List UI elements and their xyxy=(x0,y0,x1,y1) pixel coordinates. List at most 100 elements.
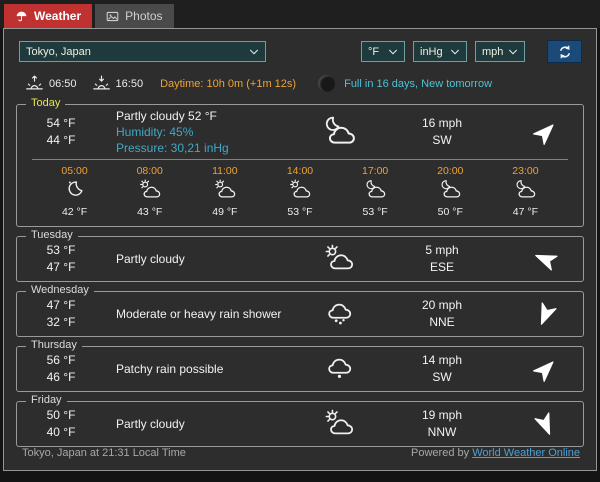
today-condition: Partly cloudy 52 °F xyxy=(116,108,301,124)
cloud-drizzle-icon xyxy=(324,354,354,384)
day-wind-dir: NNE xyxy=(377,314,507,331)
sunset-icon xyxy=(92,74,111,93)
day-wind-speed: 19 mph xyxy=(377,407,507,424)
table-row: 56 °F 46 °F Patchy rain possible 14 mph … xyxy=(17,347,583,391)
cloud-moon-icon xyxy=(364,179,386,201)
astro-row: 06:50 16:50 Daytime: 10h 0m (+1m 12s) Fu… xyxy=(25,74,582,93)
hour-cell: 17:00 53 °F xyxy=(353,165,397,218)
moon-phase-text: Full in 16 days, New tomorrow xyxy=(344,78,492,90)
today-humidity: Humidity: 45% xyxy=(116,124,301,140)
weather-app-window: Weather Photos Tokyo, Japan °F inHg mph xyxy=(0,0,600,482)
tab-weather-label: Weather xyxy=(34,9,81,23)
day-group-thursday: Thursday 56 °F 46 °F Patchy rain possibl… xyxy=(16,346,584,392)
powered-by: Powered by World Weather Online xyxy=(411,447,580,459)
day-high: 56 °F xyxy=(17,352,105,369)
tab-weather[interactable]: Weather xyxy=(4,4,92,28)
day-wind-dir: ESE xyxy=(377,259,507,276)
hour-time: 17:00 xyxy=(353,165,397,177)
hour-cell: 14:00 53 °F xyxy=(278,165,322,218)
cloud-sun-icon xyxy=(289,179,311,201)
chevron-down-icon xyxy=(388,47,398,57)
today-wind-dir: SW xyxy=(377,132,507,149)
day-group-label: Thursday xyxy=(26,339,82,351)
hour-temp: 53 °F xyxy=(353,206,397,218)
today-high: 54 °F xyxy=(17,115,105,132)
moon-star-icon xyxy=(64,179,86,201)
sunrise-icon xyxy=(25,74,44,93)
hour-time: 08:00 xyxy=(128,165,172,177)
day-group-tuesday: Tuesday 53 °F 47 °F Partly cloudy 5 mph … xyxy=(16,236,584,282)
tab-bar: Weather Photos xyxy=(0,0,600,28)
day-low: 40 °F xyxy=(17,424,105,441)
temperature-unit-value: °F xyxy=(368,46,379,58)
wind-arrow-icon xyxy=(527,114,562,149)
cloud-sun-icon xyxy=(324,409,354,439)
pressure-unit-value: inHg xyxy=(420,46,443,58)
location-select[interactable]: Tokyo, Japan xyxy=(19,41,266,62)
table-row: 50 °F 40 °F Partly cloudy 19 mph NNW xyxy=(17,402,583,446)
chevron-down-icon xyxy=(450,47,460,57)
today-low: 44 °F xyxy=(17,132,105,149)
today-group: Today 54 °F 44 °F Partly cloudy 52 °F Hu… xyxy=(16,104,584,227)
cloud-moon-icon xyxy=(322,115,356,149)
sunset-time: 16:50 xyxy=(116,78,144,90)
wind-arrow-icon xyxy=(529,243,562,276)
day-group-friday: Friday 50 °F 40 °F Partly cloudy 19 mph … xyxy=(16,401,584,447)
temperature-unit-select[interactable]: °F xyxy=(361,41,405,62)
speed-unit-select[interactable]: mph xyxy=(475,41,525,62)
cloud-moon-icon xyxy=(439,179,461,201)
table-row: 53 °F 47 °F Partly cloudy 5 mph ESE xyxy=(17,237,583,281)
day-wind-speed: 5 mph xyxy=(377,242,507,259)
hour-time: 11:00 xyxy=(203,165,247,177)
day-group-label: Wednesday xyxy=(26,284,94,296)
cloud-moon-icon xyxy=(514,179,536,201)
refresh-button[interactable] xyxy=(547,40,582,63)
tab-photos[interactable]: Photos xyxy=(95,4,173,28)
today-temps: 54 °F 44 °F xyxy=(17,115,105,150)
day-wind-dir: SW xyxy=(377,369,507,386)
day-condition: Moderate or heavy rain shower xyxy=(105,306,301,322)
chevron-down-icon xyxy=(249,47,259,57)
world-weather-online-link[interactable]: World Weather Online xyxy=(472,447,580,459)
today-condition-block: Partly cloudy 52 °F Humidity: 45% Pressu… xyxy=(105,108,301,157)
hour-temp: 53 °F xyxy=(278,206,322,218)
umbrella-icon xyxy=(15,10,28,23)
day-low: 32 °F xyxy=(17,314,105,331)
weather-panel: Tokyo, Japan °F inHg mph 06:50 xyxy=(3,28,597,471)
sunrise-time: 06:50 xyxy=(49,78,77,90)
cloud-sun-icon xyxy=(214,179,236,201)
day-group-label: Tuesday xyxy=(26,229,78,241)
day-group-label: Friday xyxy=(26,394,67,406)
local-time-status: Tokyo, Japan at 21:31 Local Time xyxy=(22,447,186,459)
status-bar: Tokyo, Japan at 21:31 Local Time Powered… xyxy=(4,447,596,472)
hour-time: 23:00 xyxy=(503,165,547,177)
pressure-unit-select[interactable]: inHg xyxy=(413,41,467,62)
speed-unit-value: mph xyxy=(482,46,503,58)
day-condition: Partly cloudy xyxy=(105,416,301,432)
today-wind: 16 mph SW xyxy=(377,115,507,149)
today-group-label: Today xyxy=(26,97,65,109)
day-low: 46 °F xyxy=(17,369,105,386)
day-group-wednesday: Wednesday 47 °F 32 °F Moderate or heavy … xyxy=(16,291,584,337)
wind-arrow-icon xyxy=(529,298,562,331)
powered-by-label: Powered by xyxy=(411,447,469,459)
today-wind-speed: 16 mph xyxy=(377,115,507,132)
day-high: 47 °F xyxy=(17,297,105,314)
cloud-rain-icon xyxy=(324,299,354,329)
cloud-sun-icon xyxy=(139,179,161,201)
wind-arrow-icon xyxy=(529,408,562,441)
table-row: 47 °F 32 °F Moderate or heavy rain showe… xyxy=(17,292,583,336)
hour-cell: 11:00 49 °F xyxy=(203,165,247,218)
hour-time: 20:00 xyxy=(428,165,472,177)
daytime-text: Daytime: 10h 0m (+1m 12s) xyxy=(160,78,296,90)
wind-arrow-icon xyxy=(527,351,562,386)
day-high: 53 °F xyxy=(17,242,105,259)
hour-temp: 50 °F xyxy=(428,206,472,218)
cloud-sun-icon xyxy=(324,244,354,274)
today-pressure: Pressure: 30,21 inHg xyxy=(116,140,301,156)
hour-cell: 05:00 42 °F xyxy=(53,165,97,218)
day-wind-dir: NNW xyxy=(377,424,507,441)
hour-time: 05:00 xyxy=(53,165,97,177)
toolbar: Tokyo, Japan °F inHg mph xyxy=(19,40,582,63)
hour-temp: 43 °F xyxy=(128,206,172,218)
